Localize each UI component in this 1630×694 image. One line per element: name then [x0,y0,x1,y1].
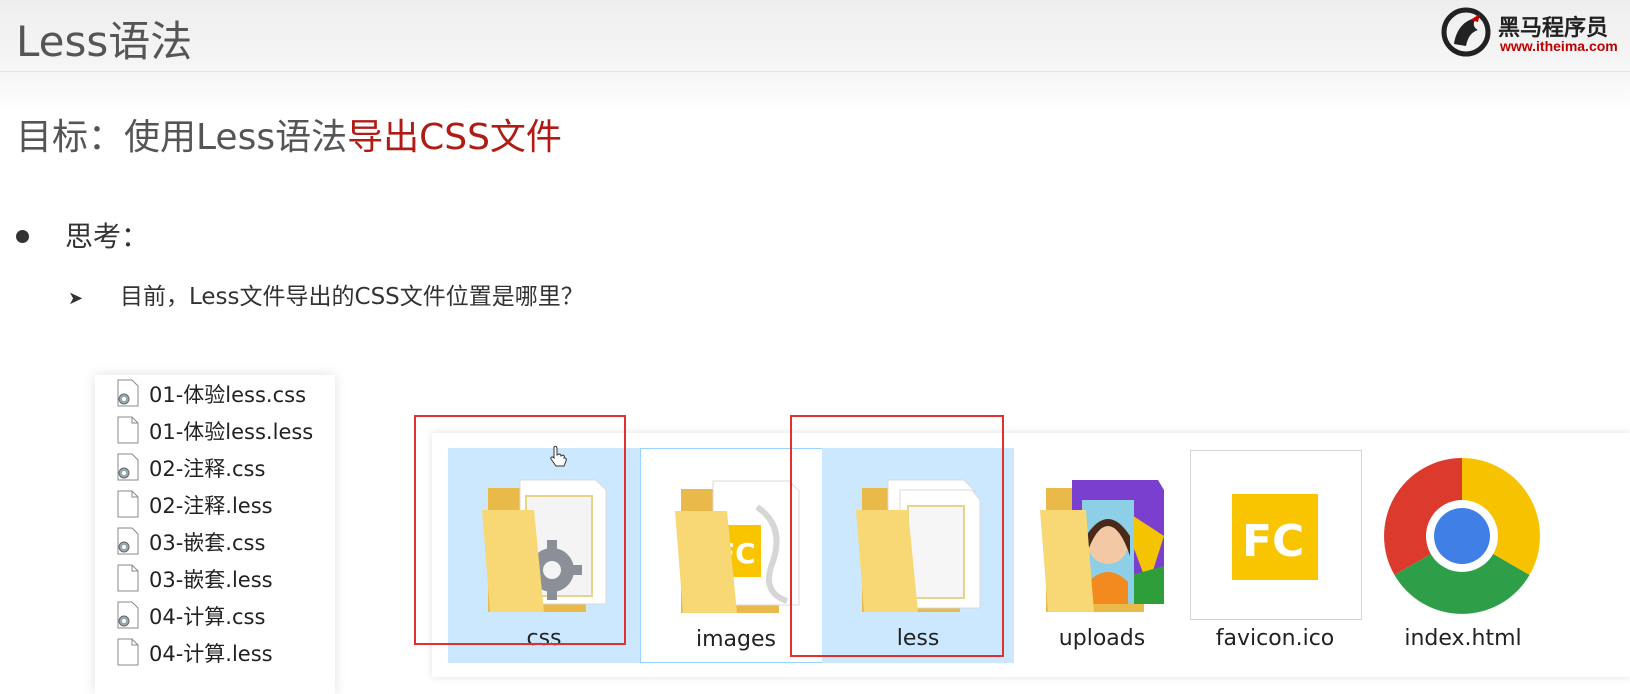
bullet-item: 思考： [16,215,149,255]
blank-file-icon [117,416,139,444]
blank-file-icon [117,638,139,666]
slide-header: Less语法 黑马程序员 www.itheima.com [0,0,1630,72]
file-name: 03-嵌套.less [149,568,273,592]
horse-logo-icon [1441,7,1491,57]
arrow-bullet-icon: ➤ [68,288,84,309]
file-name: 01-体验less.css [149,383,307,407]
slide-title: Less语法 [16,17,193,66]
goal-highlight: 导出CSS文件 [347,117,562,158]
explorer-item-uploads[interactable]: uploads [1006,448,1198,663]
css-file-gear-icon [117,379,139,407]
bullet-dot-icon [16,229,29,243]
folder-photo-icon [1040,480,1164,612]
goal-heading: 目标：使用Less语法导出CSS文件 [16,108,562,160]
fc-logo-icon: FC [1232,494,1318,580]
explorer-item-index[interactable]: index.html [1378,448,1570,663]
file-name: 04-计算.less [149,642,273,666]
itheima-logo: 黑马程序员 www.itheima.com [1440,6,1626,57]
goal-prefix: 目标：使用Less语法 [16,117,348,158]
highlight-box-css [414,415,626,645]
logo-url: www.itheima.com [1500,38,1618,54]
folder-fc-icon: FC [675,480,800,613]
sub-bullet-text: 目前，Less文件导出的CSS文件位置是哪里？ [120,284,584,310]
file-name: 04-计算.css [149,605,266,629]
sub-bullet-item: ➤ 目前，Less文件导出的CSS文件位置是哪里？ [68,277,584,311]
file-name: 02-注释.less [149,494,273,518]
explorer-item-label: index.html [1404,626,1522,651]
file-name: 01-体验less.less [149,420,314,444]
bullet-text: 思考： [65,220,150,253]
file-list-panel: 01-体验less.css 01-体验less.less 02-注释.css 0… [95,375,335,694]
explorer-item-label: favicon.ico [1215,626,1335,651]
css-file-gear-icon [117,601,139,629]
file-name: 03-嵌套.css [149,531,266,555]
explorer-item-label: uploads [1058,626,1146,651]
svg-text:FC: FC [1242,516,1304,567]
chrome-icon [1384,458,1540,614]
css-file-gear-icon [117,453,139,481]
explorer-item-favicon[interactable]: FC favicon.ico [1190,448,1382,663]
hand-cursor-icon [550,445,567,467]
highlight-box-less [790,415,1004,657]
header-fade [0,72,1630,112]
blank-file-icon [117,564,139,592]
blank-file-icon [117,490,139,518]
file-name: 02-注释.css [149,457,266,481]
css-file-gear-icon [117,527,139,555]
